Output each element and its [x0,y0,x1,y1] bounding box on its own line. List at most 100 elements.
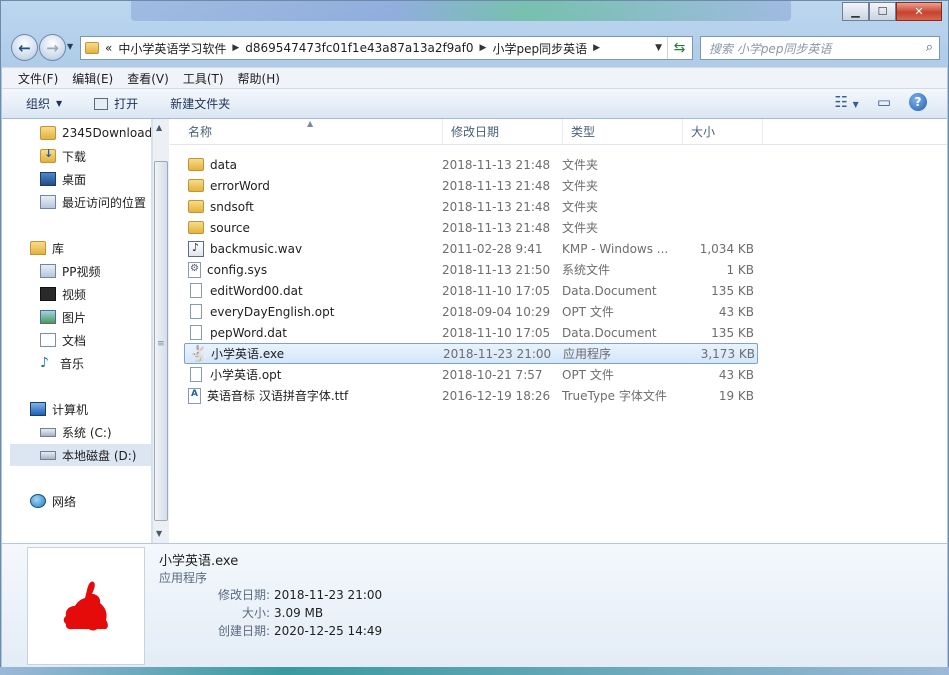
address-bar[interactable]: « 中小学英语学习软件 ▶ d869547473fc01f1e43a87a13a… [80,36,693,60]
file-row[interactable]: source 2018-11-13 21:48 文件夹 [184,217,758,238]
scrollbar-grip-icon: ≡ [157,339,165,349]
breadcrumb-item[interactable]: 中小学英语学习软件 [118,40,226,57]
file-row[interactable]: 小学英语.opt 2018-10-21 7:57 OPT 文件 43 KB [184,364,758,385]
breadcrumb-separator-icon[interactable]: ▶ [232,43,239,53]
open-button[interactable]: 打开 [94,95,138,112]
open-icon [94,97,109,110]
drive-icon [40,427,56,437]
file-row[interactable]: errorWord 2018-11-13 21:48 文件夹 [184,175,758,196]
column-header-type[interactable]: 类型 [563,118,683,145]
file-row-selected[interactable]: 🐇 小学英语.exe 2018-11-23 21:00 应用程序 3,173 KB [184,343,758,364]
file-size: 135 KB [711,325,754,340]
network-icon [30,494,46,508]
sidebar-item-drive-d[interactable]: 本地磁盘 (D:) [10,444,151,466]
explorer-window: ▁ ☐ ✕ ← → ▼ « 中小学英语学习软件 ▶ d869547473fc01… [0,0,949,675]
navigation-pane: 2345Downloads 下载 桌面 最近访问的位置 库 PP视频 [2,119,152,543]
sidebar-item-network[interactable]: 网络 [30,490,76,512]
file-type: KMP - Windows ... [562,241,669,256]
menu-file[interactable]: 文件(F) [18,70,58,87]
desktop-icon [40,172,56,186]
organize-button[interactable]: 组织 ▼ [26,95,62,112]
column-header-label: 修改日期 [451,125,500,139]
file-row[interactable]: editWord00.dat 2018-11-10 17:05 Data.Doc… [184,280,758,301]
details-created: 创建日期: 2020-12-25 14:49 [160,622,382,639]
file-name: config.sys [207,262,268,277]
navigation-bar: ← → ▼ « 中小学英语学习软件 ▶ d869547473fc01f1e43a… [1,32,948,64]
file-type: TrueType 字体文件 [562,389,667,403]
folder-icon [188,158,204,171]
sidebar-item-label: 2345Downloads [62,126,152,140]
sidebar-item-desktop[interactable]: 桌面 [40,168,86,190]
sidebar-item-pp-video[interactable]: PP视频 [40,260,100,282]
breadcrumb-separator-icon[interactable]: ▶ [480,43,487,53]
sidebar-item-label: 最近访问的位置 [62,195,147,210]
menu-view[interactable]: 查看(V) [127,70,169,87]
sidebar-item-videos[interactable]: 视频 [40,283,86,305]
view-options-button[interactable]: ☷ ▼ [834,93,858,111]
address-dropdown-icon[interactable]: ▼ [655,43,662,53]
sidebar-item-label: PP视频 [62,264,101,279]
column-header-size[interactable]: 大小 [683,118,763,145]
breadcrumb-separator-icon[interactable]: ▶ [593,43,600,53]
sidebar-item-documents[interactable]: 文档 [40,329,86,351]
breadcrumb-item[interactable]: 小学pep同步英语 [492,40,587,57]
rabbit-app-icon: 🐇 [189,345,209,362]
column-header-label: 大小 [691,125,716,139]
close-button[interactable]: ✕ [896,2,942,21]
sidebar-item-downloads[interactable]: 下载 [40,145,86,167]
search-placeholder: 搜索 小学pep同步英语 [709,41,832,56]
column-header-label: 类型 [571,125,596,139]
file-row[interactable]: config.sys 2018-11-13 21:50 系统文件 1 KB [184,259,758,280]
file-icon [190,325,202,340]
file-size: 43 KB [718,304,754,319]
menu-help[interactable]: 帮助(H) [238,70,280,87]
file-thumbnail [27,547,145,665]
refresh-button[interactable]: ⇆ [667,37,691,59]
file-row[interactable]: sndsoft 2018-11-13 21:48 文件夹 [184,196,758,217]
folder-icon [188,179,204,192]
sidebar-item-recent-places[interactable]: 最近访问的位置 [40,191,146,213]
search-icon[interactable]: ⌕ [926,40,933,55]
maximize-button[interactable]: ☐ [869,2,896,21]
file-name: 小学英语.exe [211,347,285,361]
preview-pane-button[interactable]: ▭ [877,93,891,111]
sidebar-item-drive-c[interactable]: 系统 (C:) [40,421,112,443]
sidebar-item-computer[interactable]: 计算机 [30,398,88,420]
forward-button[interactable]: → [39,34,66,61]
details-pane: 小学英语.exe 应用程序 修改日期: 2018-11-23 21:00 大小: 3… [2,543,947,668]
column-header-date[interactable]: 修改日期 [443,118,563,145]
sidebar-item-2345downloads[interactable]: 2345Downloads [40,122,152,144]
help-button[interactable]: ? [909,93,927,111]
recent-pages-dropdown[interactable]: ▼ [67,42,73,51]
command-bar: 组织 ▼ 打开 新建文件夹 ☷ ▼ ▭ ? [2,89,947,119]
drive-icon [40,450,56,460]
search-input[interactable]: 搜索 小学pep同步英语 ⌕ [700,36,940,60]
scroll-up-icon[interactable]: ▲ [156,123,162,132]
scroll-down-icon[interactable]: ▼ [156,529,162,538]
sidebar-item-label: 桌面 [62,172,87,187]
file-row[interactable]: 英语音标 汉语拼音字体.ttf 2016-12-19 18:26 TrueTyp… [184,385,758,406]
documents-icon [40,333,56,347]
file-size: 1 KB [726,262,754,277]
breadcrumb-overflow[interactable]: « [105,41,112,55]
file-row[interactable]: pepWord.dat 2018-11-10 17:05 Data.Docume… [184,322,758,343]
folder-icon [188,221,204,234]
file-row[interactable]: backmusic.wav 2011-02-28 9:41 KMP - Wind… [184,238,758,259]
breadcrumb-item[interactable]: d869547473fc01f1e43a87a13a2f9af0 [245,41,473,55]
sidebar-item-pictures[interactable]: 图片 [40,306,86,328]
file-type: 文件夹 [562,200,599,214]
file-icon [190,367,202,382]
navigation-pane-scrollbar[interactable]: ▲ ≡ ▼ [152,119,169,543]
menu-tools[interactable]: 工具(T) [183,70,224,87]
file-type: Data.Document [562,325,657,340]
new-folder-button[interactable]: 新建文件夹 [170,95,230,112]
sidebar-item-libraries[interactable]: 库 [30,237,64,259]
minimize-button[interactable]: ▁ [842,2,869,21]
file-row[interactable]: data 2018-11-13 21:48 文件夹 [184,154,758,175]
details-file-name: 小学英语.exe [159,554,239,569]
back-button[interactable]: ← [11,34,38,61]
menu-edit[interactable]: 编辑(E) [72,70,113,87]
file-row[interactable]: everyDayEnglish.opt 2018-09-04 10:29 OPT… [184,301,758,322]
sidebar-item-music[interactable]: ♪ 音乐 [40,352,84,374]
folder-icon [188,200,204,213]
